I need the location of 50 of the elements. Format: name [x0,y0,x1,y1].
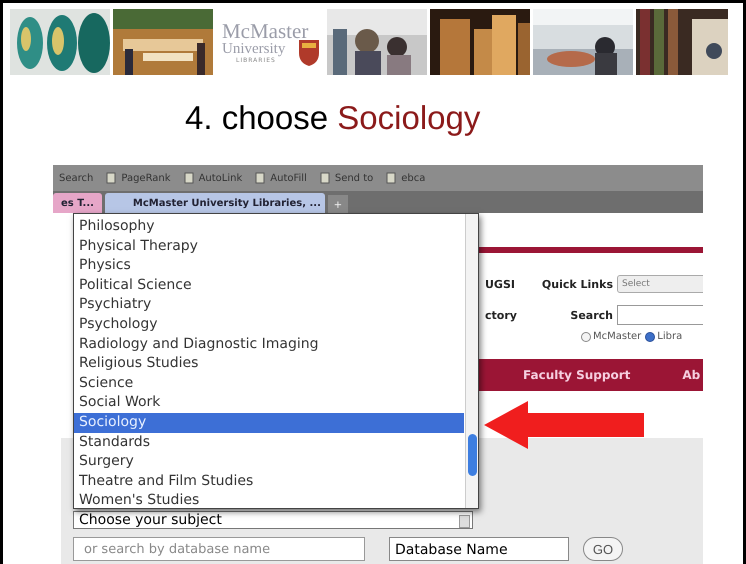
dropdown-option[interactable]: Psychology [74,314,464,335]
toolbar-label[interactable]: Search [59,172,94,184]
dropdown-option[interactable]: Standards [74,432,464,452]
radio-label: Libra [657,331,682,342]
dropdown-option[interactable]: Physics [74,256,464,276]
document-icon [254,172,266,184]
dropdown-option[interactable]: Religious Studies [74,354,464,374]
field-label: Search [569,308,614,322]
dropdown-option[interactable]: Political Science [74,276,464,296]
header-link[interactable]: ctory [485,308,529,322]
dropdown-option[interactable]: Women's Studies [74,491,464,511]
radio-button[interactable] [581,332,591,342]
scrollbar[interactable] [465,214,478,508]
document-icon [385,172,398,184]
browser-tab[interactable]: McMaster University Libraries, ... [104,193,325,213]
dropdown-option[interactable]: Theatre and Film Studies [74,472,464,492]
logo-text: McMaster [222,20,308,40]
nav-link[interactable]: Ab [682,368,700,382]
nav-link[interactable]: Faculty Support [523,368,630,382]
toolbar-label[interactable]: PageRank [121,172,171,184]
search-field[interactable] [617,305,703,325]
document-icon [318,172,331,184]
dropdown-option[interactable]: Philosophy [74,217,464,237]
quick-links-select[interactable]: Select [617,275,703,293]
arrow-icon [484,401,644,449]
toolbar-label[interactable]: AutoFill [270,172,307,184]
slide-title: 4. choose [185,99,328,136]
dropdown-option[interactable]: Physical Therapy [74,236,464,256]
radio-button[interactable] [645,332,656,342]
toolbar-label[interactable]: AutoLink [198,172,242,184]
dropdown-option[interactable]: Surgery [74,452,464,472]
radio-label: McMaster [593,331,642,342]
document-icon [182,172,195,184]
database-search-field[interactable]: or search by database name [73,537,365,561]
dropdown-option[interactable]: Social Work [74,393,464,413]
dropdown-option[interactable]: Radiology and Diagnostic Imaging [74,334,464,354]
dropdown-option[interactable]: Science [74,374,464,394]
database-select[interactable]: Database Name [389,537,569,561]
header-link[interactable]: UGSI [485,278,529,290]
browser-tab[interactable]: es T... [53,193,102,213]
field-label: Quick Links [540,278,614,290]
document-icon [105,172,118,184]
crest-icon [298,39,320,67]
toolbar-label[interactable]: Send to [334,172,374,184]
dropdown-option[interactable]: Sociology [74,412,464,433]
logo-text: University [222,40,286,56]
dropdown-option[interactable]: Psychiatry [74,295,464,315]
highlighted-subject: Sociology [337,99,480,136]
toolbar-label[interactable]: ebca [401,172,426,184]
subject-select[interactable]: Choose your subject [73,511,473,529]
